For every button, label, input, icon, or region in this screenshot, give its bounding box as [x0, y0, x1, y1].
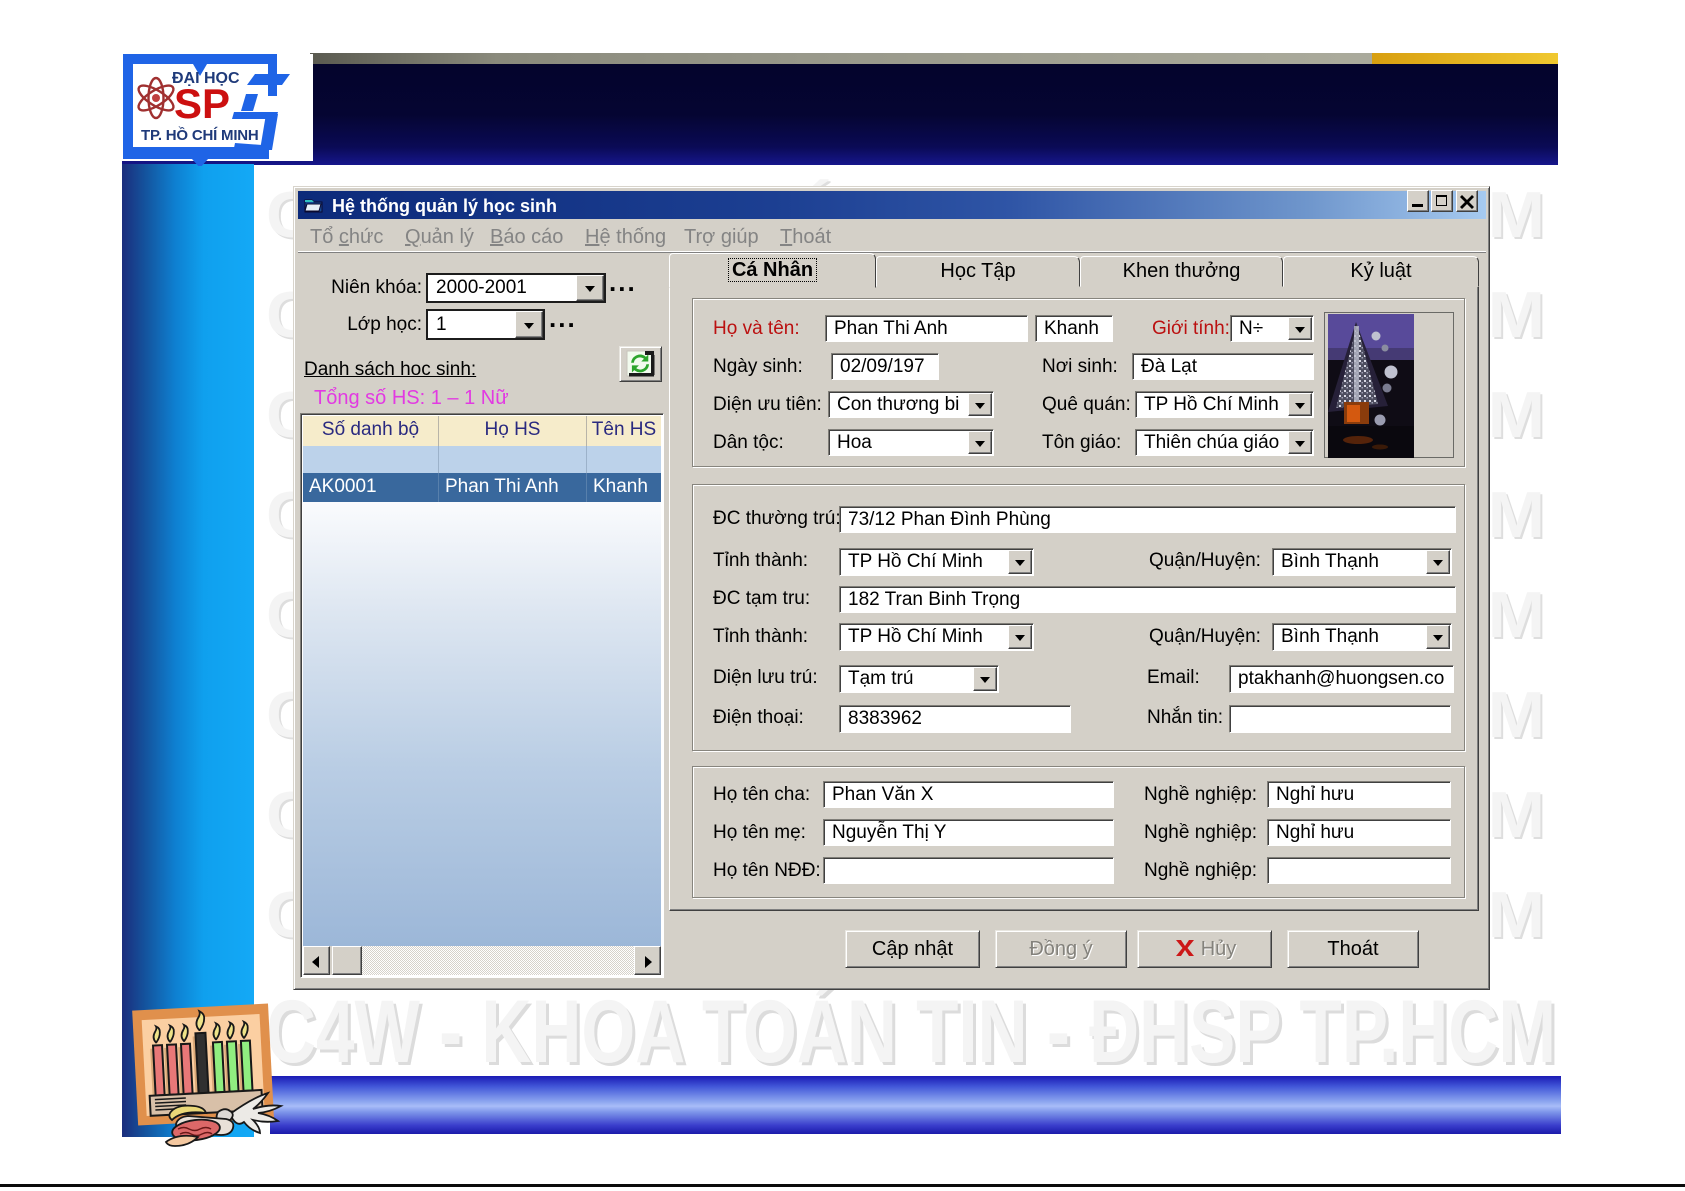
svg-text:SP: SP — [174, 80, 230, 127]
svg-text:TP. HỒ CHÍ MINH: TP. HỒ CHÍ MINH — [141, 126, 259, 144]
svg-text:C4W - KHOA TOÁN TIN - ĐHSP TP.: C4W - KHOA TOÁN TIN - ĐHSP TP.HCM — [266, 981, 1556, 1081]
